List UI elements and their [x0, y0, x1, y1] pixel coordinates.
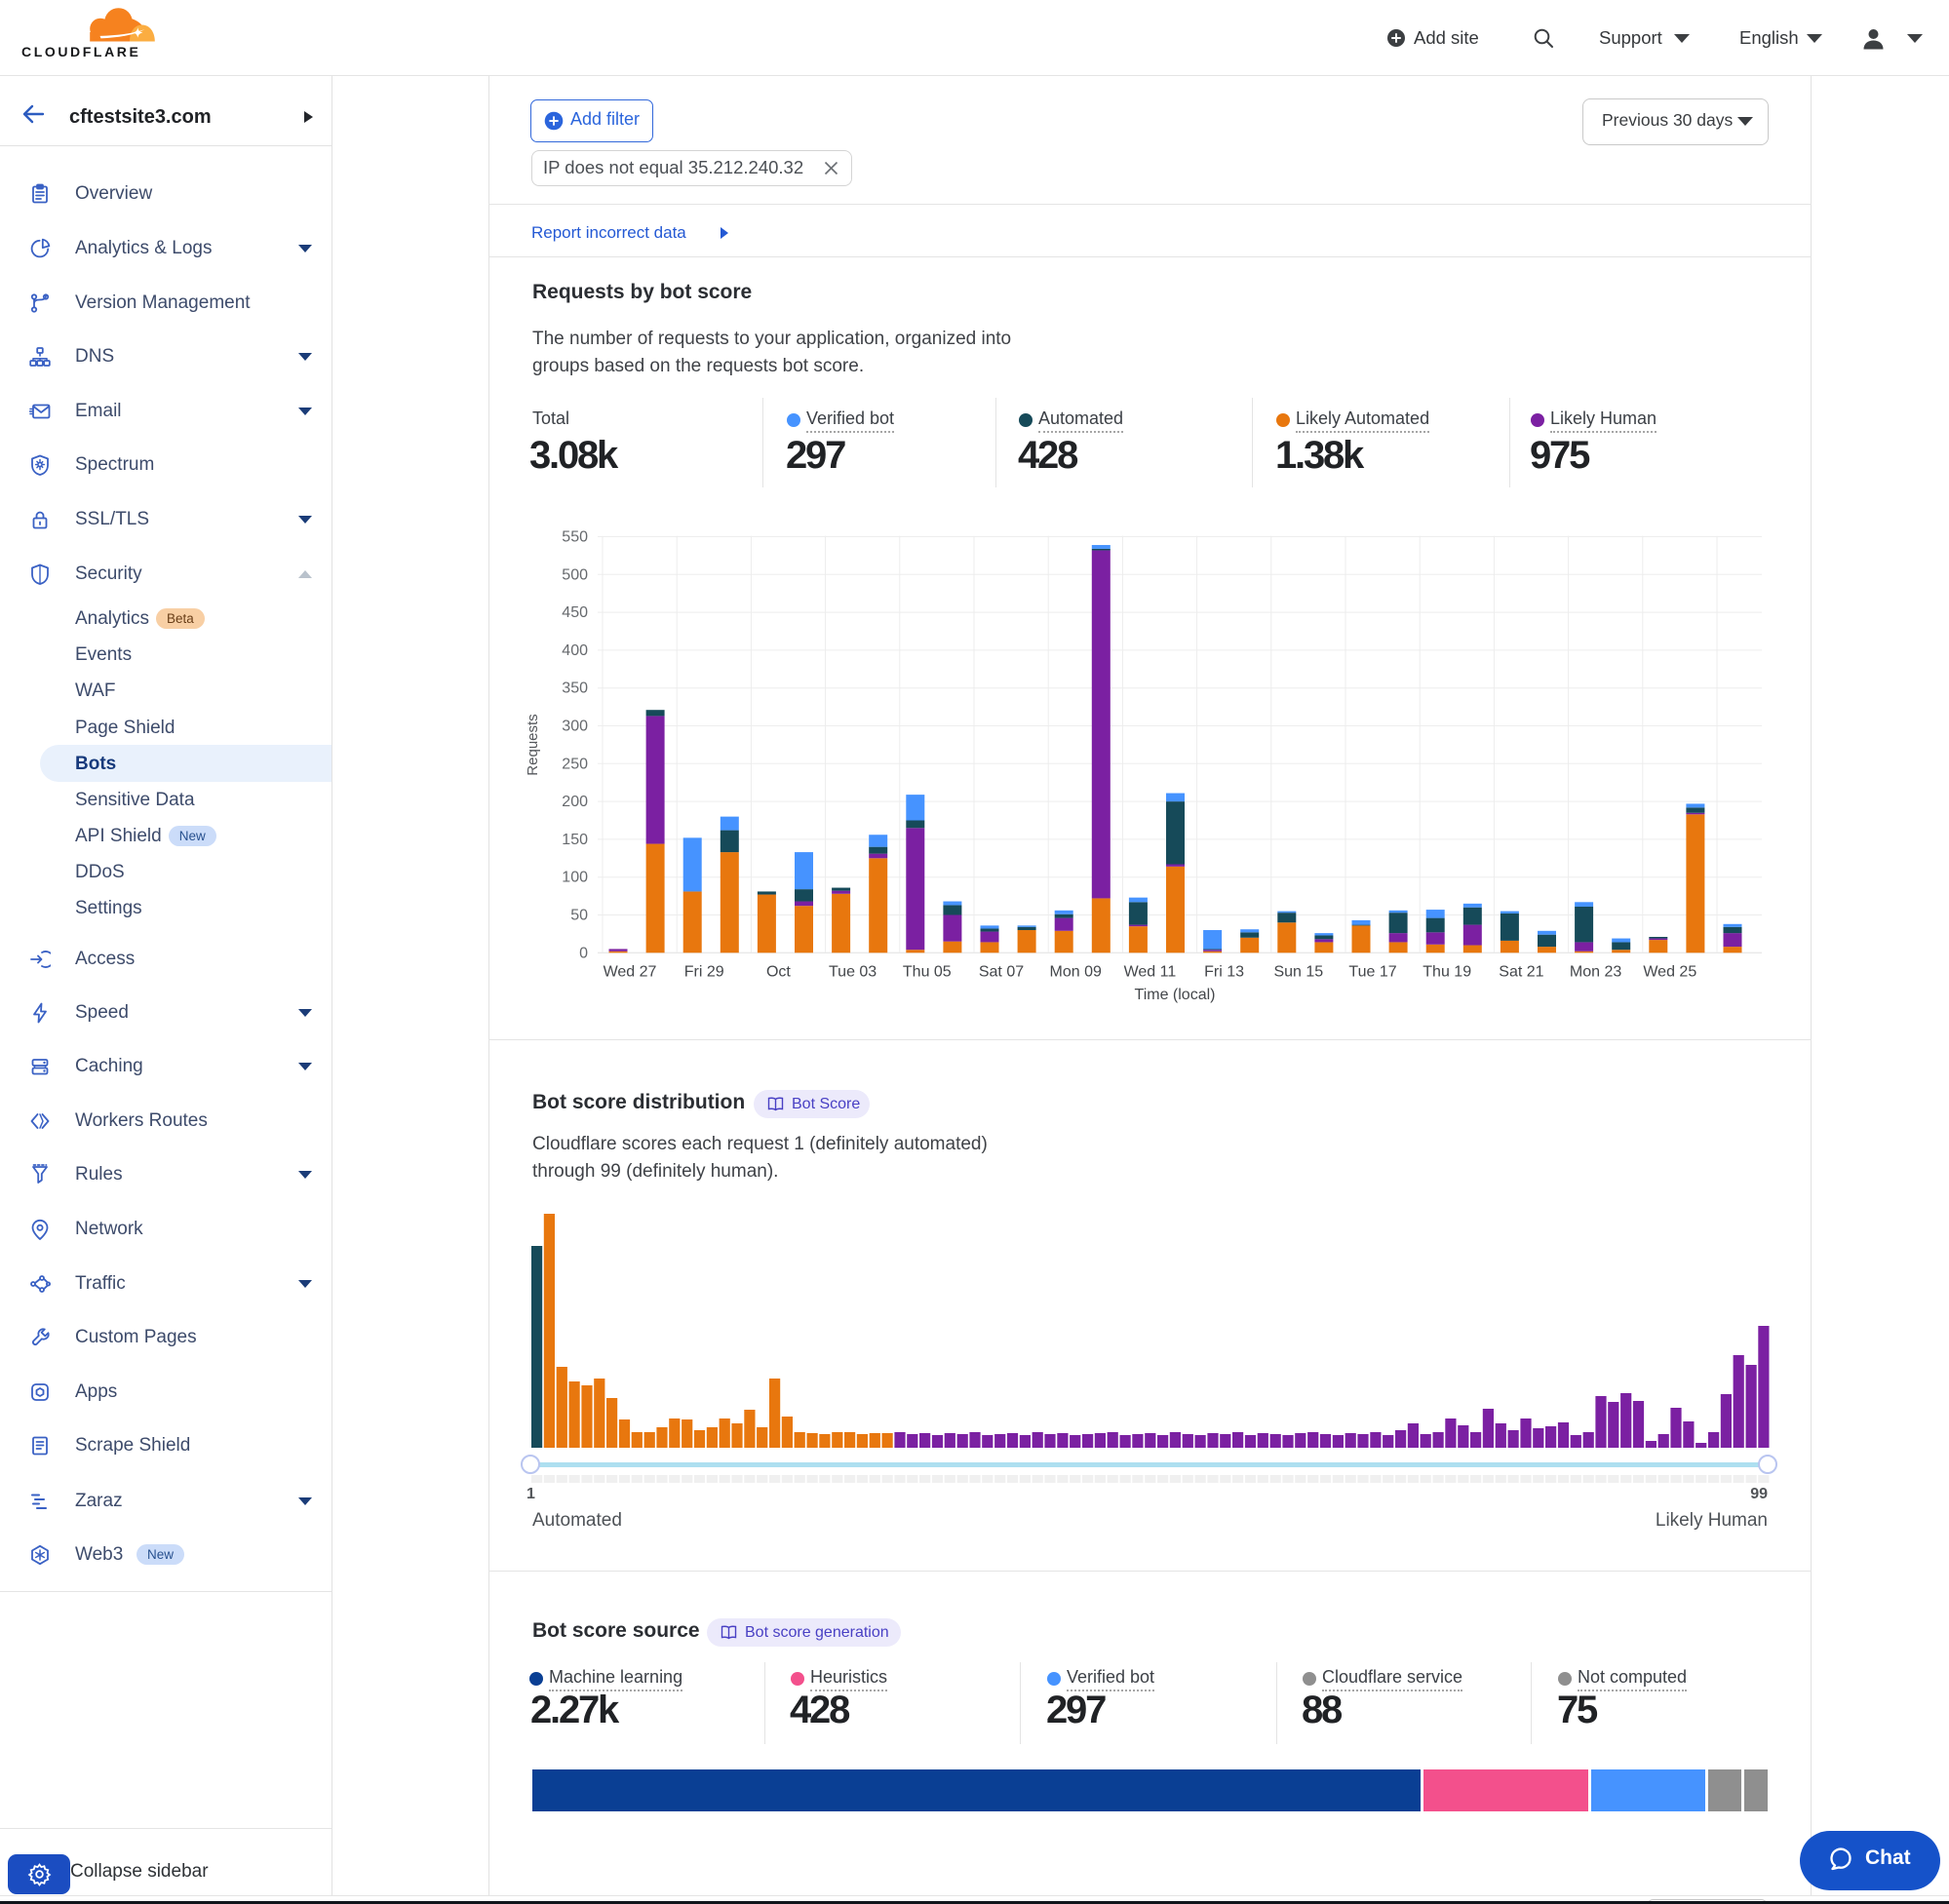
- svg-text:Fri 13: Fri 13: [1204, 964, 1244, 981]
- svg-text:50: 50: [570, 908, 588, 924]
- svg-text:Sat 21: Sat 21: [1499, 964, 1543, 981]
- svg-text:Mon 09: Mon 09: [1050, 964, 1102, 981]
- svg-text:Wed 25: Wed 25: [1643, 964, 1696, 981]
- svg-text:150: 150: [562, 832, 588, 848]
- svg-text:Requests: Requests: [525, 714, 541, 775]
- svg-text:Wed 11: Wed 11: [1124, 964, 1177, 981]
- svg-text:Oct: Oct: [766, 964, 791, 981]
- svg-text:Tue 03: Tue 03: [829, 964, 877, 981]
- svg-text:Time (local): Time (local): [1135, 987, 1216, 1003]
- svg-text:Mon 23: Mon 23: [1570, 964, 1621, 981]
- svg-text:300: 300: [562, 719, 588, 735]
- svg-text:350: 350: [562, 680, 588, 697]
- svg-text:Sat 07: Sat 07: [979, 964, 1024, 981]
- svg-text:500: 500: [562, 566, 588, 583]
- svg-text:Tue 17: Tue 17: [1348, 964, 1396, 981]
- svg-text:Thu 19: Thu 19: [1423, 964, 1471, 981]
- svg-text:400: 400: [562, 642, 588, 659]
- svg-text:100: 100: [562, 870, 588, 886]
- svg-text:Wed 27: Wed 27: [604, 964, 657, 981]
- svg-text:250: 250: [562, 756, 588, 772]
- svg-text:Fri 29: Fri 29: [684, 964, 724, 981]
- svg-text:200: 200: [562, 794, 588, 810]
- svg-text:Sun 15: Sun 15: [1273, 964, 1323, 981]
- svg-text:0: 0: [579, 945, 588, 961]
- svg-text:550: 550: [562, 529, 588, 546]
- svg-text:Thu 05: Thu 05: [903, 964, 952, 981]
- svg-text:450: 450: [562, 604, 588, 621]
